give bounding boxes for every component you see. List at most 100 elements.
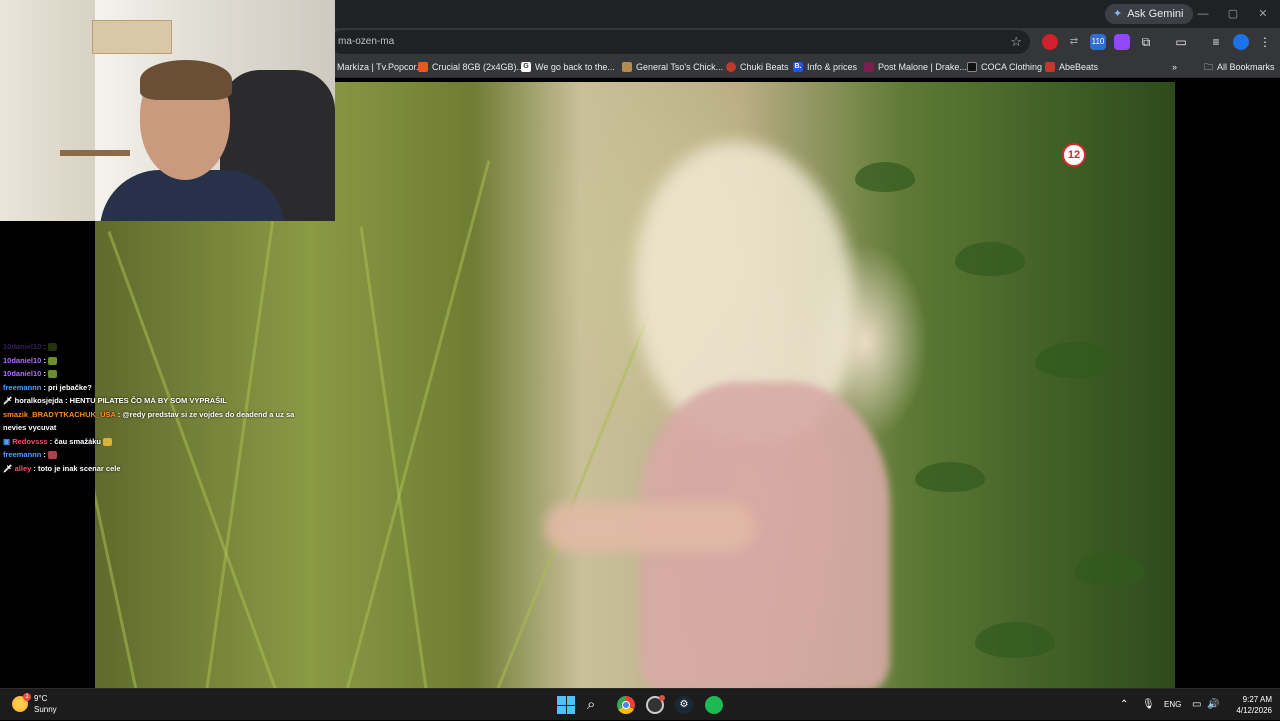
network-icon[interactable]: ▭ bbox=[1192, 689, 1201, 721]
chat-text: HENTU PILATES ČO MÁ BY SOM VYPRAŠIL bbox=[69, 396, 227, 405]
webcam-curtain bbox=[0, 0, 95, 221]
bookmark-item[interactable]: Chuki Beats bbox=[726, 56, 789, 78]
streamer-hair bbox=[140, 60, 232, 100]
chat-username: 10daniel10 bbox=[3, 342, 42, 351]
webcam-shelf bbox=[60, 150, 130, 156]
bookmark-item[interactable]: COCA Clothing bbox=[967, 56, 1042, 78]
bookmark-item[interactable]: G We go back to the... bbox=[521, 56, 615, 78]
tray-chevron-up-icon[interactable]: ⌃ bbox=[1120, 689, 1128, 721]
chuki-favicon-icon bbox=[726, 62, 736, 72]
language-indicator[interactable]: ENG bbox=[1164, 689, 1181, 721]
bookmark-label: We go back to the... bbox=[535, 62, 615, 72]
all-bookmarks-button[interactable]: 🗀 All Bookmarks bbox=[1204, 56, 1275, 78]
obs-icon[interactable] bbox=[646, 695, 665, 714]
chat-message: smazik_BRADYTKACHUK_USA : @redy predstav… bbox=[3, 409, 295, 433]
weather-alert-badge: 1 bbox=[23, 693, 31, 701]
extension-red-icon[interactable] bbox=[1042, 34, 1058, 50]
chat-message: freemannn : bbox=[0, 448, 300, 462]
bookmark-star-icon[interactable]: ☆ bbox=[1010, 30, 1022, 54]
bookmark-item[interactable]: Post Malone | Drake... bbox=[864, 56, 967, 78]
extension-twitch-icon[interactable] bbox=[1114, 34, 1130, 50]
recipe-favicon-icon bbox=[622, 62, 632, 72]
chat-message: 10daniel10 : bbox=[0, 367, 300, 381]
profile-avatar[interactable] bbox=[1233, 34, 1249, 50]
media-control-icon[interactable]: ▭ bbox=[1173, 34, 1189, 50]
ask-gemini-button[interactable]: ✦ Ask Gemini bbox=[1105, 4, 1194, 24]
b-favicon-icon: B. bbox=[793, 62, 803, 72]
clock-time: 9:27 AM bbox=[1242, 695, 1272, 704]
chat-message: 10daniel10 : bbox=[0, 340, 300, 354]
music-favicon-icon bbox=[864, 62, 874, 72]
crucial-favicon-icon bbox=[418, 62, 428, 72]
folder-icon: 🗀 bbox=[1204, 62, 1214, 72]
extension-arrows-icon[interactable]: ⇄ bbox=[1066, 34, 1082, 50]
leaf bbox=[975, 622, 1055, 658]
chat-message: 🗡 horalkosjejda : HENTU PILATES ČO MÁ BY… bbox=[3, 396, 227, 405]
grass-blade bbox=[495, 311, 652, 688]
chat-emote-icon bbox=[103, 437, 113, 446]
chat-message: 10daniel10 : bbox=[0, 354, 300, 368]
channel-logo: 12 bbox=[1062, 143, 1086, 167]
windows-start-icon[interactable] bbox=[557, 696, 575, 714]
bookmarks-overflow-icon[interactable]: » bbox=[1172, 56, 1177, 78]
extension-badge-count: 110 bbox=[1091, 37, 1105, 46]
chrome-icon[interactable] bbox=[617, 696, 635, 714]
chat-username: freemannn bbox=[3, 450, 42, 459]
address-bar[interactable]: ma-ozen-ma ☆ bbox=[330, 30, 1030, 54]
coca-favicon-icon bbox=[967, 62, 977, 72]
extensions-puzzle-icon[interactable]: ⧉ bbox=[1138, 34, 1154, 50]
extension-badge-icon[interactable]: 110 bbox=[1090, 34, 1106, 50]
webcam-box bbox=[92, 20, 172, 54]
bookmark-item[interactable]: Crucial 8GB (2x4GB)... bbox=[418, 56, 524, 78]
leaf bbox=[1075, 552, 1145, 586]
bookmark-label: Crucial 8GB (2x4GB)... bbox=[432, 62, 525, 72]
reading-list-icon[interactable]: ≡ bbox=[1208, 34, 1224, 50]
spotify-icon[interactable] bbox=[705, 696, 723, 714]
search-icon[interactable]: ⌕ bbox=[587, 696, 605, 714]
address-url[interactable]: ma-ozen-ma bbox=[338, 30, 394, 54]
microphone-icon[interactable]: 🎙 bbox=[1142, 689, 1155, 721]
bookmark-item[interactable]: General Tso's Chick... bbox=[622, 56, 723, 78]
system-clock[interactable]: 9:27 AM 4/12/2026 bbox=[1222, 694, 1272, 716]
bookmark-label: AbeBeats bbox=[1059, 62, 1099, 72]
bookmark-item[interactable]: Markíza | Tv.Popcor... bbox=[337, 56, 424, 78]
volume-icon[interactable]: 🔊 bbox=[1207, 689, 1219, 721]
gemini-sparkle-icon: ✦ bbox=[1113, 8, 1123, 20]
weather-condition: Sunny bbox=[34, 705, 57, 714]
bookmark-item[interactable]: B. Info & prices bbox=[793, 56, 857, 78]
chat-text: toto je inak scenar cele bbox=[37, 463, 121, 473]
chat-text: pri jebačke? bbox=[48, 382, 92, 392]
leaf bbox=[915, 462, 985, 492]
minimize-icon[interactable]: — bbox=[1190, 5, 1216, 23]
chat-badge-icon: 🗡 bbox=[3, 463, 13, 473]
weather-widget[interactable]: 1 9°C Sunny bbox=[12, 693, 57, 715]
maximize-icon[interactable]: ▢ bbox=[1220, 5, 1246, 23]
ask-gemini-label: Ask Gemini bbox=[1127, 8, 1184, 20]
chat-emote-icon bbox=[48, 370, 58, 379]
chat-emote-icon bbox=[48, 451, 58, 460]
chat-badge-icon: 🗡 bbox=[3, 396, 13, 405]
chat-badge-icon: ▣ bbox=[3, 436, 11, 446]
bookmark-item[interactable]: AbeBeats bbox=[1045, 56, 1098, 78]
leaf bbox=[955, 242, 1025, 276]
grass-blade bbox=[345, 160, 491, 688]
steam-icon[interactable]: ⚙ bbox=[675, 696, 693, 714]
bookmark-label: General Tso's Chick... bbox=[636, 62, 724, 72]
webcam-overlay bbox=[0, 0, 335, 221]
chat-username: alley bbox=[14, 463, 32, 473]
weather-temperature: 9°C bbox=[34, 694, 48, 703]
all-bookmarks-label: All Bookmarks bbox=[1217, 62, 1275, 72]
chat-overlay: 10daniel10 : 10daniel10 : 10daniel10 : f… bbox=[0, 340, 300, 475]
chat-message: freemannn : pri jebačke? bbox=[3, 382, 92, 392]
leaf bbox=[1035, 342, 1115, 378]
bookmark-label: Info & prices bbox=[807, 62, 858, 72]
bookmark-label: Post Malone | Drake... bbox=[878, 62, 967, 72]
chat-username: 10daniel10 bbox=[3, 355, 42, 365]
abebeats-favicon-icon bbox=[1045, 62, 1055, 72]
close-icon[interactable]: ✕ bbox=[1250, 5, 1276, 23]
sun-icon: 1 bbox=[12, 693, 31, 712]
leaf bbox=[855, 162, 915, 192]
chat-username: freemannn bbox=[3, 382, 42, 392]
chat-emote-icon bbox=[48, 343, 58, 352]
menu-kebab-icon[interactable]: ⋮ bbox=[1257, 34, 1273, 50]
